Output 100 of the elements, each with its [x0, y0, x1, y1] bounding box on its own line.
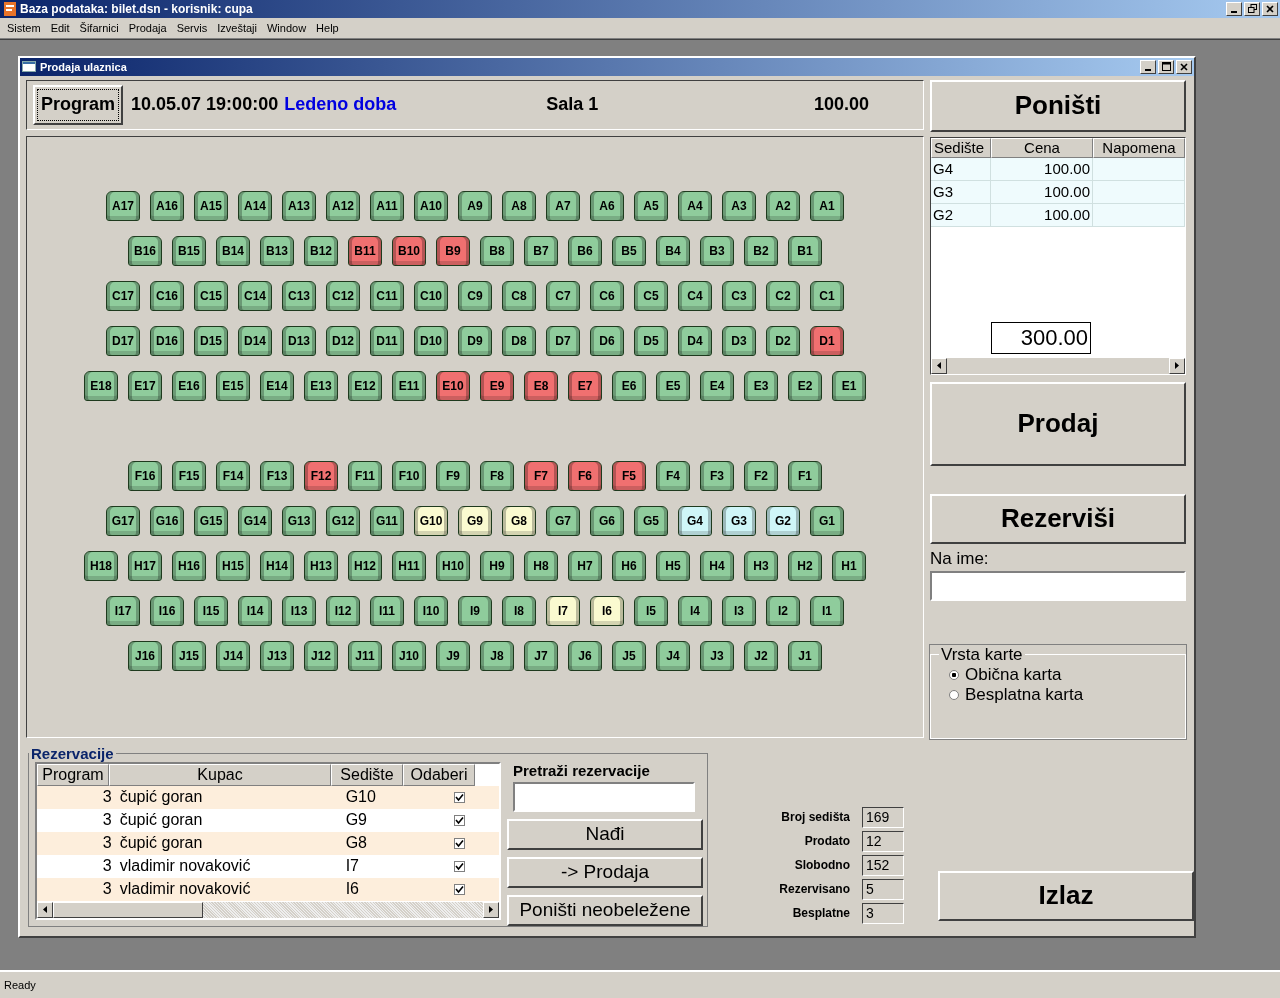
seat[interactable]: C7: [546, 280, 580, 311]
seat[interactable]: H4: [700, 550, 734, 581]
seat[interactable]: G13: [282, 505, 316, 536]
find-button[interactable]: Nađi: [507, 818, 703, 850]
seat[interactable]: J15: [172, 640, 206, 671]
restore-button[interactable]: [1244, 2, 1260, 16]
seat[interactable]: B14: [216, 235, 250, 266]
seat[interactable]: I10: [414, 595, 448, 626]
cancel-unmarked-button[interactable]: Poništi neobeležene: [507, 894, 703, 926]
seat[interactable]: E10: [436, 370, 470, 401]
seat[interactable]: C14: [238, 280, 272, 311]
seat[interactable]: B6: [568, 235, 602, 266]
seat[interactable]: E7: [568, 370, 602, 401]
seat[interactable]: E6: [612, 370, 646, 401]
seat[interactable]: H13: [304, 550, 338, 581]
seat[interactable]: G14: [238, 505, 272, 536]
seat[interactable]: F10: [392, 460, 426, 491]
seat[interactable]: G8: [502, 505, 536, 536]
seat[interactable]: F5: [612, 460, 646, 491]
column-header[interactable]: Sedište: [931, 137, 991, 158]
column-header[interactable]: Napomena: [1093, 137, 1185, 158]
seat[interactable]: I16: [150, 595, 184, 626]
seat[interactable]: J7: [524, 640, 558, 671]
seat[interactable]: A11: [370, 190, 404, 221]
seat[interactable]: H11: [392, 550, 426, 581]
seat[interactable]: A5: [634, 190, 668, 221]
seat[interactable]: B16: [128, 235, 162, 266]
seat[interactable]: J8: [480, 640, 514, 671]
seat[interactable]: A10: [414, 190, 448, 221]
search-field[interactable]: [513, 781, 695, 812]
seat[interactable]: I1: [810, 595, 844, 626]
seat[interactable]: D16: [150, 325, 184, 356]
minimize-button[interactable]: [1140, 59, 1156, 74]
seat[interactable]: I17: [106, 595, 140, 626]
seat[interactable]: E1: [832, 370, 866, 401]
menu-item[interactable]: Sistem: [2, 21, 46, 34]
seat[interactable]: H17: [128, 550, 162, 581]
scroll-left-icon[interactable]: [43, 906, 47, 914]
seat[interactable]: A7: [546, 190, 580, 221]
seat[interactable]: C2: [766, 280, 800, 311]
menu-item[interactable]: Izveštaji: [212, 21, 262, 34]
seat[interactable]: E11: [392, 370, 426, 401]
seat[interactable]: E17: [128, 370, 162, 401]
seat[interactable]: F8: [480, 460, 514, 491]
seat[interactable]: A17: [106, 190, 140, 221]
seat[interactable]: I7: [546, 595, 580, 626]
column-header[interactable]: Program: [37, 763, 109, 786]
seat[interactable]: D5: [634, 325, 668, 356]
close-button[interactable]: [1176, 59, 1192, 74]
seat[interactable]: E15: [216, 370, 250, 401]
radio-option[interactable]: Besplatna karta: [949, 684, 1185, 705]
seat[interactable]: G17: [106, 505, 140, 536]
seat[interactable]: J1: [788, 640, 822, 671]
seat[interactable]: I5: [634, 595, 668, 626]
seat[interactable]: E18: [84, 370, 118, 401]
checkbox[interactable]: [454, 791, 466, 803]
seat[interactable]: C17: [106, 280, 140, 311]
seat[interactable]: C6: [590, 280, 624, 311]
seat[interactable]: A4: [678, 190, 712, 221]
horizontal-scrollbar[interactable]: [931, 357, 1185, 374]
seat[interactable]: G4: [678, 505, 712, 536]
seat[interactable]: C12: [326, 280, 360, 311]
seat[interactable]: A2: [766, 190, 800, 221]
seat[interactable]: C4: [678, 280, 712, 311]
seat[interactable]: H6: [612, 550, 646, 581]
seat[interactable]: J11: [348, 640, 382, 671]
seat[interactable]: F15: [172, 460, 206, 491]
seat[interactable]: B5: [612, 235, 646, 266]
seat[interactable]: D10: [414, 325, 448, 356]
seat[interactable]: J10: [392, 640, 426, 671]
seat[interactable]: J5: [612, 640, 646, 671]
seat[interactable]: I9: [458, 595, 492, 626]
seat[interactable]: C16: [150, 280, 184, 311]
seat[interactable]: I11: [370, 595, 404, 626]
seat[interactable]: I4: [678, 595, 712, 626]
seat[interactable]: H1: [832, 550, 866, 581]
seat[interactable]: F9: [436, 460, 470, 491]
seat[interactable]: G5: [634, 505, 668, 536]
seat[interactable]: F2: [744, 460, 778, 491]
seat[interactable]: J14: [216, 640, 250, 671]
seat[interactable]: D15: [194, 325, 228, 356]
seat[interactable]: D1: [810, 325, 844, 356]
scroll-right-icon[interactable]: [489, 906, 493, 914]
menu-item[interactable]: Help: [311, 21, 344, 34]
seat[interactable]: H7: [568, 550, 602, 581]
seat[interactable]: J9: [436, 640, 470, 671]
seat[interactable]: I12: [326, 595, 360, 626]
seat[interactable]: B1: [788, 235, 822, 266]
seat[interactable]: G3: [722, 505, 756, 536]
seat[interactable]: B9: [436, 235, 470, 266]
column-header[interactable]: Odaberi: [403, 763, 475, 786]
seat[interactable]: B7: [524, 235, 558, 266]
seat[interactable]: I15: [194, 595, 228, 626]
seat[interactable]: B15: [172, 235, 206, 266]
program-button[interactable]: Program: [33, 84, 124, 125]
seat[interactable]: G1: [810, 505, 844, 536]
seat[interactable]: A14: [238, 190, 272, 221]
seat[interactable]: B4: [656, 235, 690, 266]
seat[interactable]: J2: [744, 640, 778, 671]
seat[interactable]: E2: [788, 370, 822, 401]
